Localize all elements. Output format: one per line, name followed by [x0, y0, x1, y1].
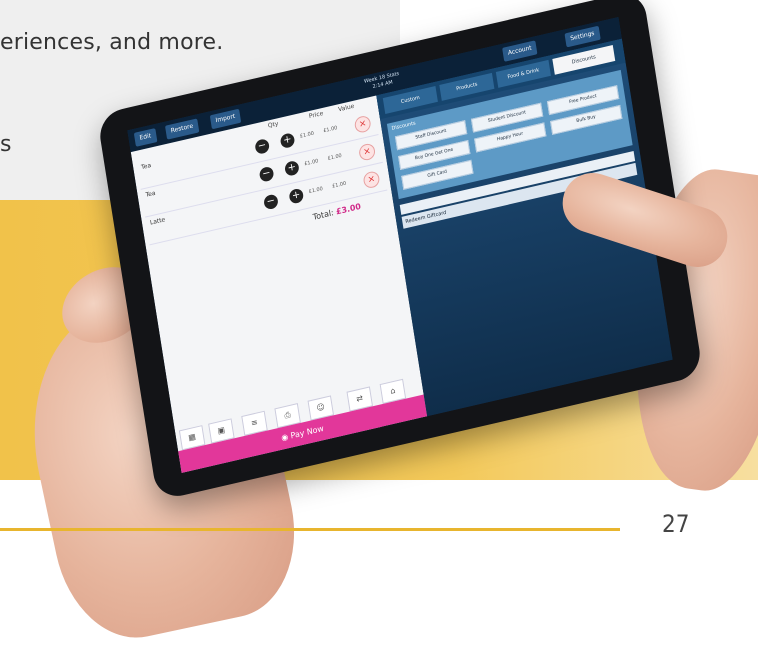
- panel-title: Discounts: [391, 120, 417, 132]
- price-header: Price: [308, 109, 324, 121]
- import-button[interactable]: Import: [209, 108, 242, 130]
- increase-button[interactable]: +: [279, 132, 296, 150]
- page-number: 27: [662, 510, 690, 538]
- remove-item-button[interactable]: ×: [362, 170, 381, 190]
- decrease-button[interactable]: −: [258, 165, 275, 183]
- edit-button[interactable]: Edit: [133, 128, 158, 147]
- item-price: £1.00: [303, 158, 319, 168]
- total-amount: £3.00: [335, 201, 362, 217]
- total-label: Total:: [312, 208, 335, 222]
- order-pane: Qty Price Value Tea − + £1.00 £1.00 × Te…: [130, 95, 428, 473]
- item-name: Latte: [149, 216, 166, 227]
- increase-button[interactable]: +: [283, 159, 300, 177]
- remove-item-button[interactable]: ×: [353, 114, 372, 135]
- headline-fragment: eriences, and more.: [0, 30, 224, 55]
- side-text-fragment: s: [0, 132, 12, 157]
- item-value: £1.00: [322, 125, 338, 135]
- increase-button[interactable]: +: [288, 187, 305, 205]
- decrease-button[interactable]: −: [254, 137, 271, 155]
- item-value: £1.00: [331, 180, 347, 190]
- qty-header: Qty: [267, 120, 279, 130]
- item-price: £1.00: [299, 130, 315, 140]
- remove-item-button[interactable]: ×: [358, 142, 377, 162]
- item-value: £1.00: [327, 152, 343, 163]
- decrease-button[interactable]: −: [263, 193, 279, 211]
- value-header: Value: [337, 102, 355, 114]
- item-price: £1.00: [308, 185, 324, 196]
- pay-label: Pay Now: [289, 423, 325, 441]
- footer-rule: [0, 528, 620, 531]
- item-name: Tea: [140, 161, 152, 172]
- item-name: Tea: [145, 189, 157, 199]
